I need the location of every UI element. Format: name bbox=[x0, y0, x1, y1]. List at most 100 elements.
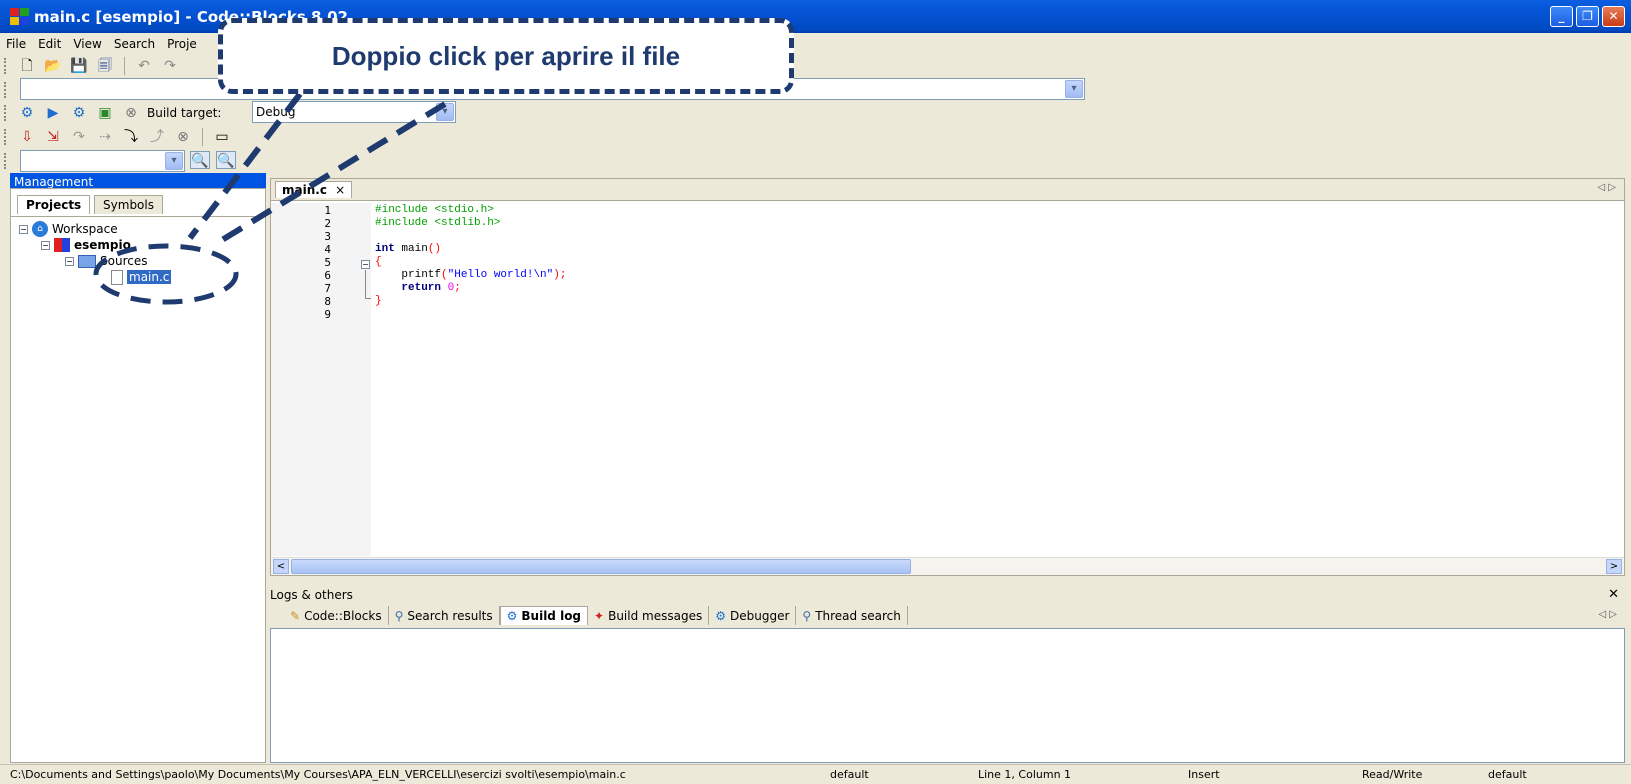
next-line-icon[interactable]: ↷ bbox=[69, 128, 89, 146]
stop-debugger-icon[interactable]: ⊗ bbox=[173, 128, 193, 146]
workspace-icon: ⌂ bbox=[32, 221, 48, 237]
tree-item-project[interactable]: − esempio bbox=[41, 237, 131, 253]
chevron-down-icon[interactable]: ▾ bbox=[436, 103, 454, 121]
tab-search-results[interactable]: ⚲ Search results bbox=[389, 606, 500, 625]
tab-build-log[interactable]: ⚙ Build log bbox=[499, 606, 589, 625]
code-line-6[interactable]: printf("Hello world!\n"); bbox=[375, 269, 566, 281]
fold-icon[interactable]: − bbox=[361, 260, 370, 269]
management-panel: Projects Symbols − ⌂ Workspace − esempio… bbox=[10, 188, 266, 763]
step-into-icon[interactable]: ⤵ bbox=[121, 128, 141, 146]
toolbar-grip[interactable] bbox=[4, 58, 7, 74]
tree-item-main-c[interactable]: main.c bbox=[111, 269, 172, 285]
menu-search[interactable]: Search bbox=[114, 37, 155, 51]
tab-codeblocks-log[interactable]: ✎ Code::Blocks bbox=[284, 606, 389, 625]
run-to-cursor-icon[interactable]: ⇲ bbox=[43, 128, 63, 146]
build-log-output[interactable] bbox=[270, 628, 1625, 763]
gear-icon: ⚙ bbox=[506, 609, 518, 623]
scroll-thumb[interactable] bbox=[291, 559, 911, 574]
log-tab-nav-icon[interactable]: ◁ ▷ bbox=[1598, 609, 1617, 620]
abort-icon[interactable]: ⊗ bbox=[121, 104, 141, 122]
chevron-down-icon[interactable]: ▾ bbox=[1065, 80, 1083, 98]
status-access: Read/Write bbox=[1362, 768, 1423, 781]
undo-icon[interactable]: ↶ bbox=[134, 57, 154, 75]
menu-file[interactable]: File bbox=[6, 37, 26, 51]
project-label: esempio bbox=[74, 238, 131, 252]
build-icon[interactable]: ⚙ bbox=[17, 104, 37, 122]
close-logs-icon[interactable]: ✕ bbox=[1608, 587, 1619, 602]
code-operator: ; bbox=[454, 282, 461, 294]
file-label[interactable]: main.c bbox=[127, 270, 172, 284]
code-completion-toolbar bbox=[0, 78, 11, 102]
logs-title: Logs & others bbox=[270, 588, 353, 602]
log-tab-label: Build log bbox=[521, 609, 582, 623]
code-line-1[interactable]: #include <stdio.h> bbox=[375, 204, 494, 216]
tab-build-messages[interactable]: ✦ Build messages bbox=[588, 606, 710, 625]
code-string: "Hello world!\n" bbox=[447, 269, 554, 281]
chevron-down-icon[interactable]: ▾ bbox=[165, 152, 183, 170]
collapse-icon[interactable]: − bbox=[19, 224, 28, 234]
workspace-label: Workspace bbox=[52, 222, 118, 236]
scroll-right-button[interactable]: > bbox=[1606, 559, 1622, 574]
find-icon[interactable]: 🔍 bbox=[190, 151, 210, 169]
debug-windows-icon[interactable]: ▭ bbox=[212, 128, 232, 146]
toolbar-grip[interactable] bbox=[4, 82, 7, 98]
codeblocks-logo-icon bbox=[10, 8, 30, 26]
code-operator: ( bbox=[441, 269, 448, 281]
new-file-icon[interactable]: 🗋 bbox=[17, 57, 37, 75]
open-file-icon[interactable]: 📂 bbox=[43, 57, 63, 75]
tab-symbols[interactable]: Symbols bbox=[94, 195, 163, 214]
search-combo[interactable]: ▾ bbox=[20, 150, 185, 172]
code-text: main bbox=[394, 243, 428, 255]
line-number: 2 bbox=[324, 217, 331, 230]
tab-nav-icon[interactable]: ◁ ▷ bbox=[1597, 182, 1616, 193]
code-line-4[interactable]: int main() bbox=[375, 243, 441, 255]
toolbar-grip[interactable] bbox=[4, 129, 7, 145]
build-target-combo[interactable]: Debug ▾ bbox=[252, 101, 456, 123]
code-line-2[interactable]: #include <stdlib.h> bbox=[375, 217, 500, 229]
collapse-icon[interactable]: − bbox=[41, 240, 50, 250]
close-window-button[interactable]: ✕ bbox=[1602, 6, 1625, 27]
rebuild-icon[interactable]: ▣ bbox=[95, 104, 115, 122]
status-encoding: default bbox=[830, 768, 869, 781]
save-icon[interactable]: 💾 bbox=[69, 57, 89, 75]
restore-button[interactable]: ❐ bbox=[1576, 6, 1599, 27]
line-number: 8 bbox=[324, 295, 331, 308]
debug-icon[interactable]: ⇩ bbox=[17, 128, 37, 146]
minimize-button[interactable]: _ bbox=[1550, 6, 1573, 27]
folder-open-icon bbox=[78, 254, 96, 268]
tab-thread-search[interactable]: ⚲ Thread search bbox=[796, 606, 908, 625]
menu-edit[interactable]: Edit bbox=[38, 37, 61, 51]
fold-end bbox=[365, 298, 371, 299]
horizontal-scrollbar[interactable]: < > bbox=[271, 557, 1624, 575]
save-all-icon[interactable]: 🗐 bbox=[95, 57, 115, 75]
log-tab-label: Search results bbox=[407, 608, 493, 623]
run-icon[interactable]: ▶ bbox=[43, 104, 63, 122]
close-tab-icon[interactable]: × bbox=[335, 183, 345, 197]
toolbar-separator bbox=[124, 57, 125, 75]
menu-project[interactable]: Proje bbox=[167, 37, 197, 51]
status-file-path: C:\Documents and Settings\paolo\My Docum… bbox=[10, 768, 626, 781]
tree-item-workspace[interactable]: − ⌂ Workspace bbox=[19, 221, 118, 237]
code-line-8[interactable]: } bbox=[375, 295, 382, 307]
next-instruction-icon[interactable]: ⇢ bbox=[95, 128, 115, 146]
toolbar-grip[interactable] bbox=[4, 105, 7, 121]
tree-item-sources[interactable]: − Sources bbox=[65, 253, 147, 269]
logs-panel: Logs & others ✕ ✎ Code::Blocks ⚲ Search re… bbox=[270, 586, 1625, 763]
code-line-7[interactable]: return 0; bbox=[375, 282, 461, 294]
step-out-icon[interactable]: ⤴ bbox=[147, 128, 167, 146]
collapse-icon[interactable]: − bbox=[65, 256, 74, 266]
build-run-icon[interactable]: ⚙ bbox=[69, 104, 89, 122]
line-number: 4 bbox=[324, 243, 331, 256]
search-icon[interactable]: 🔍 bbox=[216, 151, 236, 169]
menu-view[interactable]: View bbox=[73, 37, 101, 51]
toolbar-grip[interactable] bbox=[4, 153, 7, 169]
code-keyword: return bbox=[375, 282, 442, 294]
tab-debugger[interactable]: ⚙ Debugger bbox=[709, 606, 797, 625]
redo-icon[interactable]: ↷ bbox=[160, 57, 180, 75]
editor-tabbar: main.c × ◁ ▷ bbox=[271, 179, 1624, 201]
scroll-left-button[interactable]: < bbox=[273, 559, 289, 574]
tab-main-c[interactable]: main.c × bbox=[275, 181, 353, 198]
code-line-5[interactable]: { bbox=[375, 256, 382, 268]
sources-label: Sources bbox=[100, 254, 148, 268]
tab-projects[interactable]: Projects bbox=[17, 195, 91, 214]
